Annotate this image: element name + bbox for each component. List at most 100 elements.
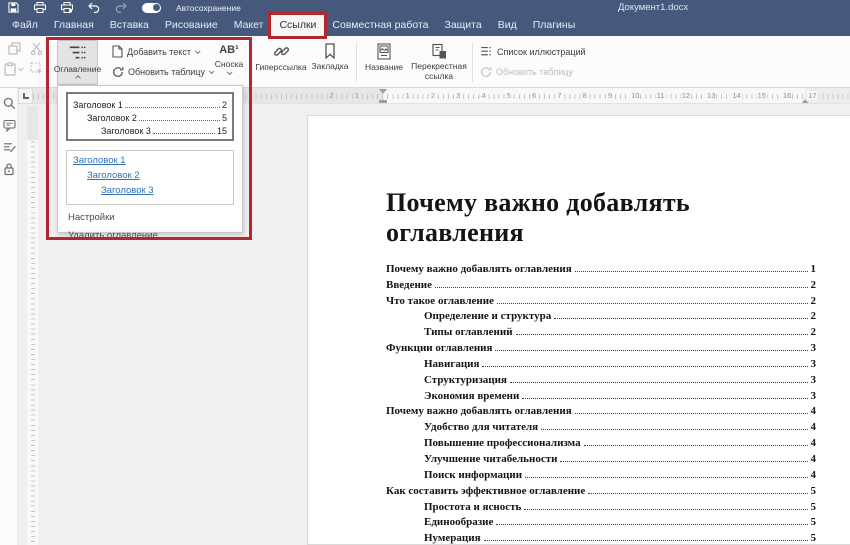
toc-icon	[68, 44, 87, 62]
toc-leader-dots	[524, 509, 807, 510]
tab-stop-selector[interactable]	[18, 88, 33, 104]
toc-leader-dots	[496, 524, 807, 525]
titlebar: Автосохранение Документ1.docx	[0, 0, 850, 15]
toc-entry[interactable]: Повышение профессионализма 4	[386, 433, 816, 449]
toc-entry[interactable]: Единообразие 5	[386, 513, 816, 529]
menu-tab[interactable]: Макет	[226, 15, 272, 36]
left-sidebar	[0, 88, 18, 545]
toc-entry[interactable]: Что такое оглавление 2	[386, 291, 816, 307]
toc-entry[interactable]: Поиск информации 4	[386, 465, 816, 481]
cross-reference-button[interactable]: Перекрестная ссылка	[408, 40, 470, 85]
toc-style-option-classic[interactable]: Заголовок 1 2 Заголовок 2 5 Заголовок 3 …	[66, 92, 234, 141]
toc-leader-dots	[510, 382, 808, 383]
toc-dropdown-panel: Заголовок 1 2 Заголовок 2 5 Заголовок 3 …	[57, 85, 243, 233]
add-text-icon	[112, 45, 123, 58]
toc-entry[interactable]: Экономия времени 3	[386, 386, 816, 402]
toc-leader-dots	[575, 413, 808, 414]
preview-leader-dots	[125, 107, 220, 108]
autosave-toggle[interactable]	[142, 3, 161, 13]
toc-entry[interactable]: Почему важно добавлять оглавления 1	[386, 259, 816, 275]
update-table-right-button[interactable]: Обновить таблицу	[480, 66, 573, 78]
panel-spacer	[66, 141, 234, 150]
ruler-numbers: 1234567891011121314151617	[395, 88, 825, 103]
toc-link-preview-row: Заголовок 3	[73, 185, 227, 200]
toc-leader-dots	[588, 493, 807, 494]
menu-tab[interactable]: Ссылки	[271, 15, 324, 36]
tab-stop-L-icon	[23, 93, 29, 99]
update-table-button[interactable]: Обновить таблицу	[112, 66, 213, 78]
app-window: Автосохранение Документ1.docx Файл Главн…	[0, 0, 850, 545]
toc-entry[interactable]: Навигация 3	[386, 354, 816, 370]
list-of-figures-button[interactable]: Список иллюстраций	[480, 45, 586, 58]
footnote-button[interactable]: AB¹ Сноска	[210, 40, 248, 85]
window-document-title: Документ1.docx	[618, 2, 688, 13]
caption-button[interactable]: Название	[362, 40, 406, 85]
toc-settings-item[interactable]: Настройки	[66, 205, 234, 223]
toc-entry[interactable]: Нумерация 5	[386, 528, 816, 544]
preview-leader-dots	[153, 133, 215, 134]
bookmark-icon	[324, 43, 336, 59]
toc-entry[interactable]: Как составить эффективное оглавление 5	[386, 481, 816, 497]
protection-lock-icon[interactable]	[3, 162, 15, 176]
menu-tab[interactable]: Главная	[46, 15, 102, 36]
toc-entry[interactable]: Почему важно добавлять оглавления 4	[386, 402, 816, 418]
toc-button[interactable]: Оглавление	[57, 40, 98, 85]
toc-leader-dots	[522, 398, 807, 399]
toc-link-preview-row: Заголовок 2	[73, 170, 227, 185]
vertical-ruler	[27, 106, 38, 545]
document-page[interactable]: Почему важно добавлять оглавления Почему…	[307, 115, 850, 545]
toc-entry[interactable]: Типы оглавлений 2	[386, 322, 816, 338]
menu-tab[interactable]: Защита	[436, 15, 489, 36]
toc-button-label: Оглавление	[54, 64, 101, 74]
toc-entry[interactable]: Функции оглавления 3	[386, 338, 816, 354]
toc-entry[interactable]: Удобство для читателя 4	[386, 417, 816, 433]
autosave-label: Автосохранение	[176, 3, 241, 13]
review-icon[interactable]	[3, 141, 16, 153]
paste-dropdown-chevron-icon[interactable]	[18, 65, 24, 71]
hyperlink-button[interactable]: Гиперссылка	[255, 40, 307, 85]
toc-style-option-links[interactable]: Заголовок 1 Заголовок 2 Заголовок 3	[66, 150, 234, 205]
toc-leader-dots	[516, 334, 808, 335]
toc-leader-dots	[495, 350, 807, 351]
menu-tab[interactable]: Файл	[4, 15, 46, 36]
print-icon[interactable]	[34, 2, 46, 13]
menu-tab[interactable]: Вид	[490, 15, 525, 36]
toc-remove-item[interactable]: Удалить оглавление	[66, 223, 234, 241]
toc-leader-dots	[525, 477, 807, 478]
toc-entry[interactable]: Определение и структура 2	[386, 307, 816, 323]
quick-print-icon[interactable]	[61, 2, 73, 13]
menu-tab[interactable]: Плагины	[525, 15, 584, 36]
left-indent-marker[interactable]	[379, 100, 387, 104]
toc-leader-dots	[482, 366, 807, 367]
menu-tab[interactable]: Вставка	[102, 15, 157, 36]
vertical-ruler-margin-zone	[27, 106, 38, 140]
save-icon[interactable]	[8, 2, 19, 13]
cut-icon[interactable]	[30, 42, 43, 55]
right-indent-marker[interactable]	[801, 95, 809, 104]
toc-entry[interactable]: Введение 2	[386, 275, 816, 291]
comments-icon[interactable]	[3, 119, 16, 132]
cross-reference-icon	[431, 43, 448, 60]
toc-entry[interactable]: Структуризация 3	[386, 370, 816, 386]
add-text-button[interactable]: Добавить текст	[112, 45, 199, 58]
ribbon-separator	[472, 42, 473, 82]
toc-entry[interactable]: Улучшение читабельности 4	[386, 449, 816, 465]
toc-link-preview-row: Заголовок 1	[73, 155, 227, 170]
menu-tab[interactable]: Совместная работа	[324, 15, 436, 36]
undo-icon[interactable]	[88, 2, 100, 13]
paste-icon[interactable]	[4, 62, 16, 76]
refresh-icon	[480, 66, 492, 78]
redo-icon[interactable]	[115, 2, 127, 13]
select-icon[interactable]	[30, 62, 43, 75]
toc-leader-dots	[554, 318, 807, 319]
menu-tab[interactable]: Рисование	[157, 15, 226, 36]
preview-leader-dots	[139, 120, 220, 121]
table-of-contents: Почему важно добавлять оглавления 1 Введ…	[386, 259, 816, 545]
search-icon[interactable]	[3, 97, 16, 110]
bookmark-button[interactable]: Закладка	[308, 40, 352, 85]
caption-icon	[377, 43, 391, 60]
toggle-knob	[153, 4, 160, 11]
copy-icon[interactable]	[8, 42, 21, 55]
toc-entry[interactable]: Простота и ясность 5	[386, 497, 816, 513]
ribbon-separator	[356, 42, 357, 82]
